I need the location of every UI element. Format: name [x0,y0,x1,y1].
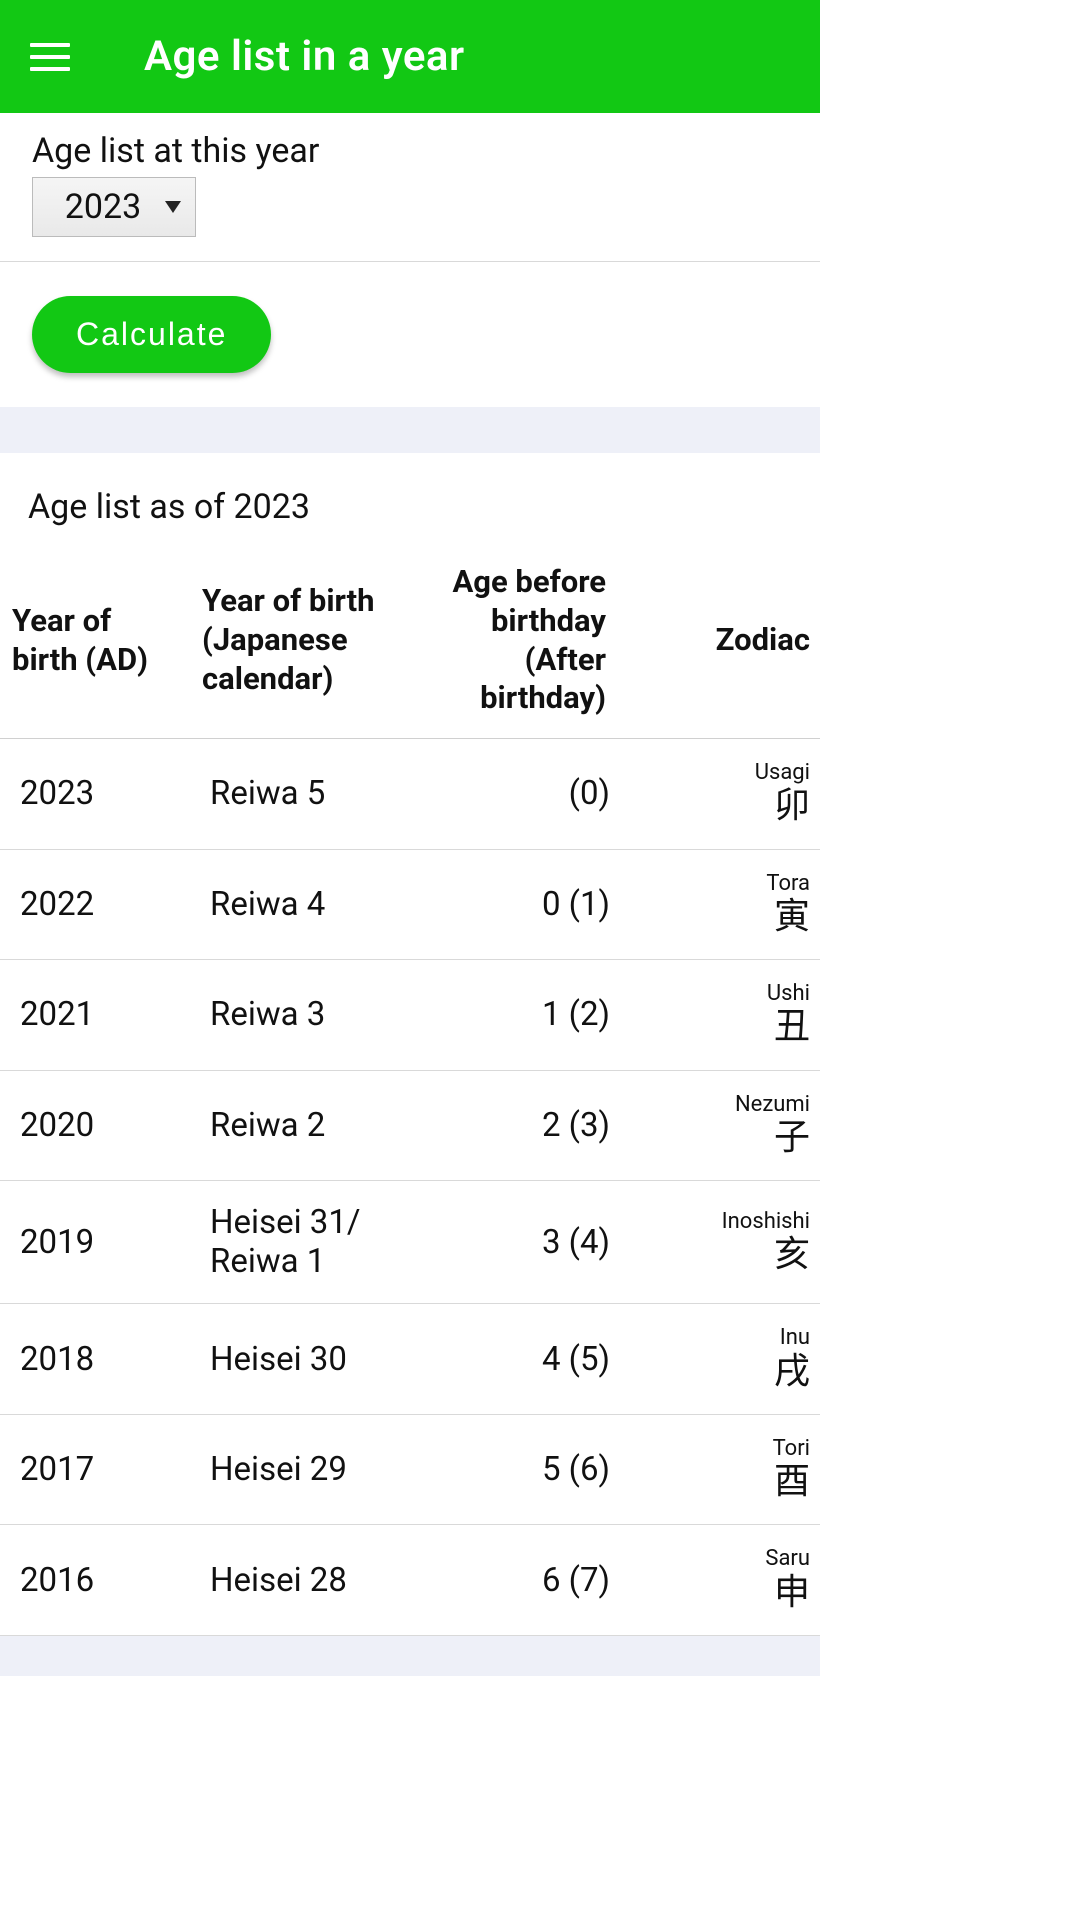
zodiac-en: Nezumi [640,1093,810,1117]
cell-ad: 2023 [0,739,190,850]
cell-age: 5 (6) [400,1414,620,1525]
table-header-row: Year of birth (AD) Year of birth (Japane… [0,545,820,739]
cell-zodiac: Usagi卯 [620,739,820,850]
zodiac-jp: 丑 [640,1006,810,1047]
cell-zodiac: Ushi丑 [620,960,820,1071]
cell-jp: Heisei 31/ Reiwa 1 [190,1181,400,1304]
cell-zodiac: Saru申 [620,1525,820,1636]
year-select-value: 2023 [65,187,141,227]
cell-zodiac: Tora寅 [620,849,820,960]
cell-ad: 2021 [0,960,190,1071]
year-section: Age list at this year 2023 [0,113,820,247]
cell-jp: Reiwa 3 [190,960,400,1071]
cell-age: 6 (7) [400,1525,620,1636]
cell-jp: Heisei 28 [190,1525,400,1636]
col-header-zodiac: Zodiac [620,545,820,739]
bottom-strip [0,1676,820,1712]
cell-age: (0) [400,739,620,850]
col-header-ad: Year of birth (AD) [0,545,190,739]
page-title: Age list in a year [144,32,465,81]
zodiac-jp: 亥 [640,1234,810,1275]
cell-zodiac: Tori酉 [620,1414,820,1525]
cell-ad: 2022 [0,849,190,960]
age-table: Year of birth (AD) Year of birth (Japane… [0,545,820,1636]
cell-age: 4 (5) [400,1304,620,1415]
cell-ad: 2019 [0,1181,190,1304]
cell-age: 0 (1) [400,849,620,960]
zodiac-en: Ushi [640,982,810,1006]
app-bar: Age list in a year [0,0,820,113]
section-gap [0,407,820,453]
year-select[interactable]: 2023 [32,177,196,237]
table-row: 2019Heisei 31/ Reiwa 13 (4)Inoshishi亥 [0,1181,820,1304]
cell-zodiac: Nezumi子 [620,1070,820,1181]
cell-ad: 2020 [0,1070,190,1181]
cell-jp: Heisei 29 [190,1414,400,1525]
zodiac-jp: 酉 [640,1461,810,1502]
table-row: 2017Heisei 295 (6)Tori酉 [0,1414,820,1525]
cell-jp: Reiwa 4 [190,849,400,960]
cell-ad: 2017 [0,1414,190,1525]
year-label: Age list at this year [32,131,788,171]
table-row: 2018Heisei 304 (5)Inu戌 [0,1304,820,1415]
zodiac-jp: 子 [640,1117,810,1158]
menu-icon[interactable] [30,35,74,79]
zodiac-jp: 申 [640,1572,810,1613]
calculate-button[interactable]: Calculate [32,296,271,373]
cell-age: 3 (4) [400,1181,620,1304]
cell-age: 1 (2) [400,960,620,1071]
table-row: 2016Heisei 286 (7)Saru申 [0,1525,820,1636]
table-row: 2023Reiwa 5(0)Usagi卯 [0,739,820,850]
cell-ad: 2018 [0,1304,190,1415]
zodiac-jp: 戌 [640,1351,810,1392]
result-title: Age list as of 2023 [0,453,820,545]
zodiac-en: Tori [640,1437,810,1461]
table-row: 2021Reiwa 31 (2)Ushi丑 [0,960,820,1071]
zodiac-en: Saru [640,1547,810,1571]
chevron-down-icon [165,201,181,213]
cell-zodiac: Inoshishi亥 [620,1181,820,1304]
table-row: 2022Reiwa 40 (1)Tora寅 [0,849,820,960]
col-header-age: Age before birthday (After birthday) [400,545,620,739]
cell-jp: Reiwa 2 [190,1070,400,1181]
cell-jp: Heisei 30 [190,1304,400,1415]
cell-zodiac: Inu戌 [620,1304,820,1415]
cell-ad: 2016 [0,1525,190,1636]
col-header-jp: Year of birth (Japanese calendar) [190,545,400,739]
footer-gap [0,1636,820,1676]
table-row: 2020Reiwa 22 (3)Nezumi子 [0,1070,820,1181]
zodiac-jp: 寅 [640,896,810,937]
cell-age: 2 (3) [400,1070,620,1181]
zodiac-jp: 卯 [640,785,810,826]
zodiac-en: Inu [640,1326,810,1350]
zodiac-en: Tora [640,872,810,896]
zodiac-en: Inoshishi [640,1210,810,1234]
zodiac-en: Usagi [640,761,810,785]
cell-jp: Reiwa 5 [190,739,400,850]
calculate-section: Calculate [0,262,820,407]
